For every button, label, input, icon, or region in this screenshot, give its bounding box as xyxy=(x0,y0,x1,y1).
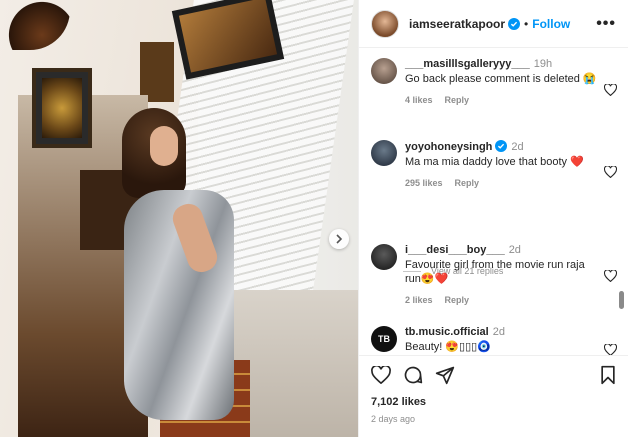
heart-icon[interactable] xyxy=(371,366,391,384)
author-username[interactable]: iamseeratkapoor xyxy=(409,17,505,31)
header-separator: • xyxy=(524,16,529,31)
chevron-right-icon xyxy=(336,234,343,244)
heart-icon[interactable] xyxy=(604,344,617,355)
next-image-button[interactable] xyxy=(329,229,349,249)
comment-item: TB tb.music.official 2d Beauty! 😍▯▯▯🧿 xyxy=(371,326,617,355)
more-options-icon[interactable]: ••• xyxy=(596,15,616,33)
reply-button[interactable]: Reply xyxy=(445,95,470,105)
comment-username[interactable]: i___desi___boy___ xyxy=(405,244,505,256)
post-actions: 7,102 likes 2 days ago xyxy=(359,355,628,424)
comment-avatar[interactable] xyxy=(371,244,397,270)
heart-icon[interactable] xyxy=(604,166,617,178)
comment-text: Favourite girl from the movie run raja r… xyxy=(405,259,585,285)
comment-item: ___masilllsgalleryyy___ 19h Go back pleas… xyxy=(371,58,617,105)
reply-button[interactable]: Reply xyxy=(445,295,470,305)
author-avatar[interactable] xyxy=(371,9,399,38)
post-header: iamseeratkapoor • Follow ••• xyxy=(359,0,628,48)
comment-item: yoyohoneysingh 2d Ma ma mia daddy love th… xyxy=(371,140,617,188)
comment-likes[interactable]: 4 likes xyxy=(405,95,433,105)
post-panel: iamseeratkapoor • Follow ••• ___masillls… xyxy=(358,0,628,437)
image-person xyxy=(110,108,240,428)
comment-text: Ma ma mia daddy love that booty ❤️ xyxy=(405,156,584,168)
comment-time: 19h xyxy=(533,58,553,70)
comment-username[interactable]: ___masilllsgalleryyy___ xyxy=(405,58,530,70)
heart-icon[interactable] xyxy=(604,270,617,282)
post-viewer: iamseeratkapoor • Follow ••• ___masillls… xyxy=(0,0,628,437)
post-image[interactable] xyxy=(0,0,358,437)
post-likes-count[interactable]: 7,102 likes xyxy=(371,396,617,408)
comment-item: i___desi___boy___ 2d Favourite girl from … xyxy=(371,244,617,305)
comment-avatar[interactable] xyxy=(371,58,397,84)
comment-time: 2d xyxy=(492,326,505,338)
comment-avatar[interactable]: TB xyxy=(371,326,397,352)
comment-icon[interactable] xyxy=(403,365,423,385)
comment-avatar[interactable] xyxy=(371,140,397,166)
bookmark-icon[interactable] xyxy=(599,365,617,385)
comment-likes[interactable]: 2 likes xyxy=(405,295,433,305)
comments-scrollbar[interactable] xyxy=(619,291,624,309)
comments-list: ___masilllsgalleryyy___ 19h Go back pleas… xyxy=(359,48,628,355)
comment-username[interactable]: yoyohoneysingh xyxy=(405,141,492,153)
comment-time: 2d xyxy=(511,141,524,153)
comment-text: Beauty! 😍▯▯▯🧿 xyxy=(405,341,491,353)
verified-badge-icon xyxy=(508,17,521,30)
heart-icon[interactable] xyxy=(604,84,617,96)
share-icon[interactable] xyxy=(435,365,455,385)
post-date: 2 days ago xyxy=(371,414,416,424)
verified-badge-icon xyxy=(495,140,508,152)
comment-likes[interactable]: 295 likes xyxy=(405,178,443,188)
image-painting-left xyxy=(32,68,92,148)
image-frame-small xyxy=(140,42,174,102)
comment-text: Go back please comment is deleted 😭 xyxy=(405,73,597,85)
follow-button[interactable]: Follow xyxy=(532,17,570,31)
comment-time: 2d xyxy=(508,244,521,256)
comment-username[interactable]: tb.music.official xyxy=(405,326,489,338)
reply-button[interactable]: Reply xyxy=(455,178,480,188)
